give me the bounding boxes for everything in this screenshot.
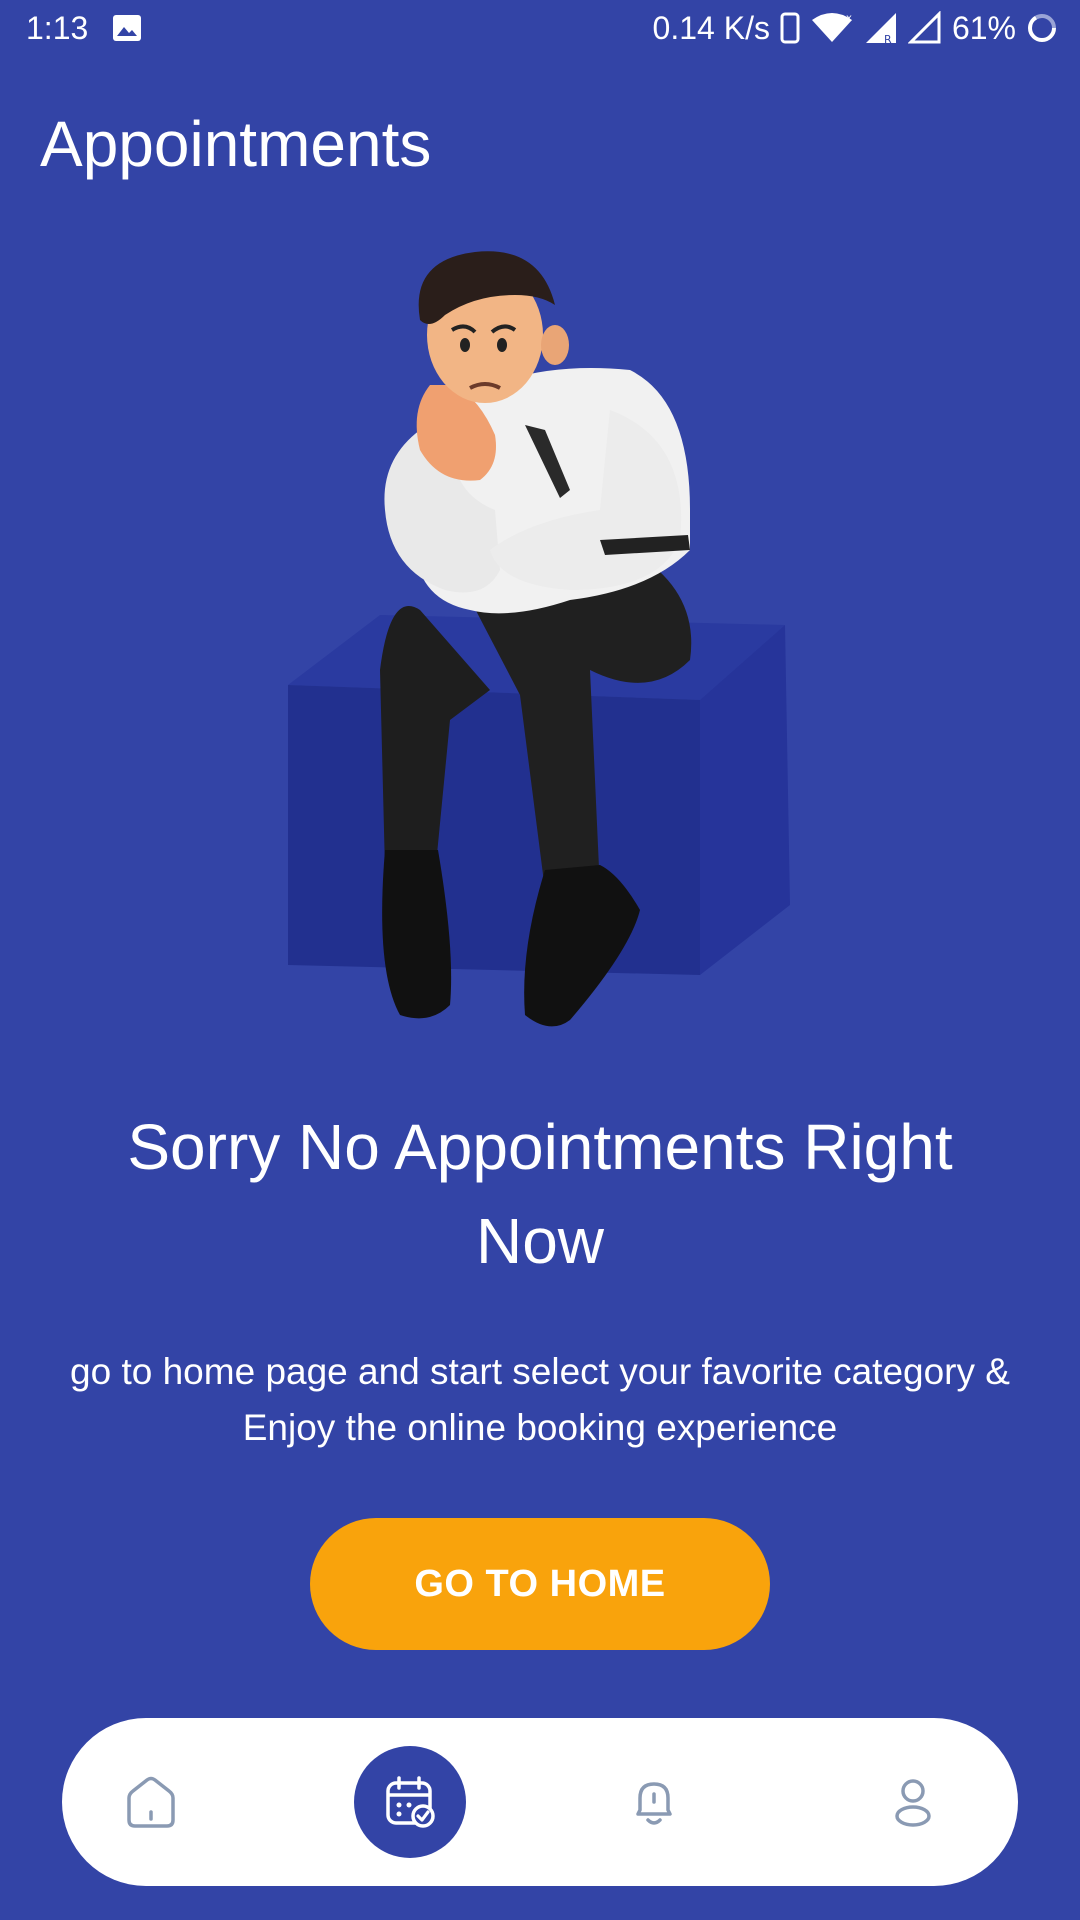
- nav-notifications[interactable]: [574, 1718, 734, 1886]
- nav-appointments[interactable]: [330, 1718, 490, 1886]
- calendar-check-icon: [386, 1776, 435, 1828]
- profile-icon: [895, 1779, 931, 1827]
- empty-state-description: go to home page and start select your fa…: [70, 1351, 1010, 1448]
- status-right: 0.14 K/s x R 61%: [653, 8, 1058, 48]
- battery-ring-icon: [1028, 14, 1056, 42]
- sad-man-illustration: [288, 251, 790, 1027]
- signal-empty-icon: [907, 11, 941, 44]
- nav-home[interactable]: [71, 1718, 231, 1886]
- bell-icon: [636, 1782, 672, 1825]
- empty-state-title: Sorry No Appointments Right Now: [127, 1111, 953, 1277]
- svg-text:R: R: [884, 33, 892, 45]
- svg-text:x: x: [846, 13, 852, 24]
- network-speed: 0.14 K/s: [652, 10, 770, 46]
- bottom-navigation: [62, 1718, 1018, 1886]
- status-time: 1:13: [26, 10, 89, 46]
- wifi-icon: x: [811, 13, 852, 42]
- phone-icon: [780, 12, 800, 44]
- home-icon: [127, 1776, 175, 1828]
- page-title: Appointments: [40, 108, 432, 180]
- signal-icon: R: [865, 13, 896, 45]
- go-to-home-button[interactable]: GO TO HOME: [310, 1518, 770, 1650]
- battery-level: 61%: [951, 10, 1016, 46]
- nav-active-indicator: [354, 1746, 466, 1858]
- gallery-icon: [113, 15, 141, 41]
- status-bar: 1:13 0.14 K/s x R 61%: [0, 0, 1080, 58]
- nav-profile[interactable]: [833, 1718, 993, 1886]
